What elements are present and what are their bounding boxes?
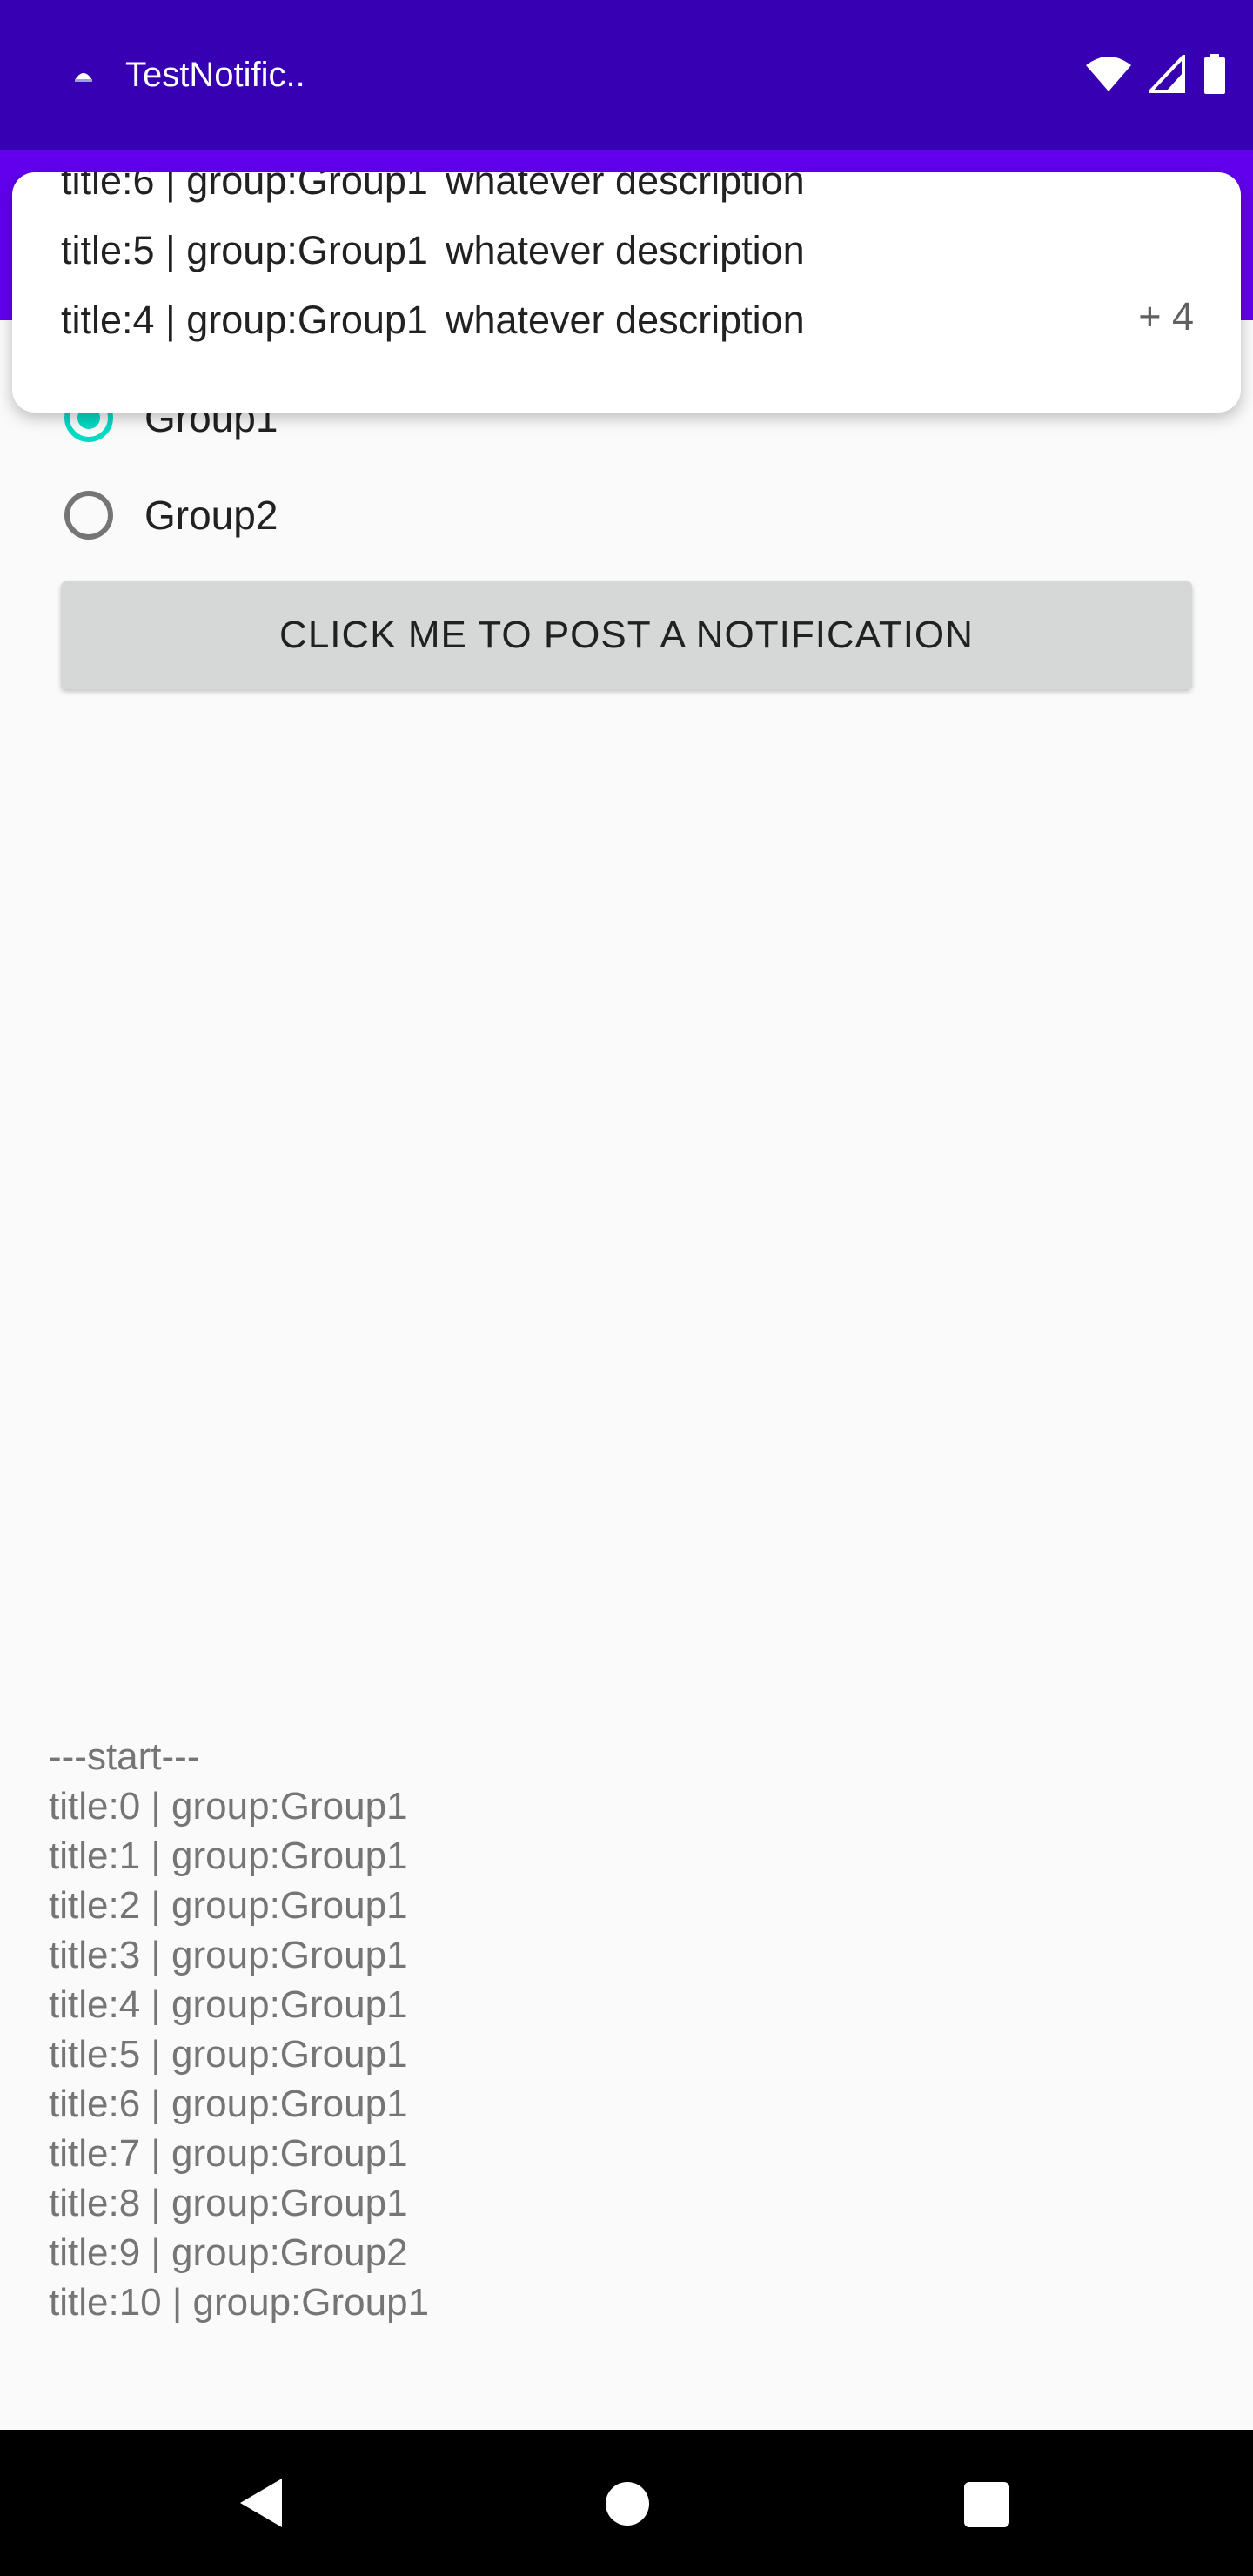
recents-icon[interactable] — [964, 2482, 1009, 2527]
log-line: title:6 | group:Group1 — [49, 2083, 408, 2125]
log-line: title:3 | group:Group1 — [49, 1934, 408, 1976]
notification-more-count: + 4 — [1138, 294, 1194, 339]
notification-line-description: whatever description — [445, 172, 805, 203]
notification-line-title: title:6 | group:Group1 — [61, 172, 428, 203]
log-line: title:9 | group:Group2 — [49, 2231, 408, 2274]
battery-icon — [1204, 54, 1225, 94]
back-icon[interactable] — [237, 2475, 285, 2531]
log-output: ---start--- title:0 | group:Group1 title… — [49, 1732, 429, 2327]
signal-icon — [1149, 55, 1185, 93]
log-line: ---start--- — [49, 1735, 200, 1778]
log-line: title:2 | group:Group1 — [49, 1884, 408, 1927]
notification-line: title:6 | group:Group1 whatever descripti… — [61, 172, 805, 204]
radio-label-group2: Group2 — [144, 493, 278, 538]
status-icons — [1084, 54, 1227, 94]
notification-line-title: title:5 | group:Group1 — [61, 228, 428, 272]
log-line: title:8 | group:Group1 — [49, 2182, 408, 2224]
log-line: title:4 | group:Group1 — [49, 1983, 408, 2026]
status-bar: TestNotific.. — [0, 0, 1253, 150]
notification-line-title: title:4 | group:Group1 — [61, 298, 428, 342]
radio-option-group2[interactable]: Group2 — [64, 491, 278, 540]
log-line: title:1 | group:Group1 — [49, 1835, 408, 1877]
heads-up-notification[interactable]: title:6 | group:Group1 whatever descripti… — [12, 172, 1241, 413]
log-line: title:0 | group:Group1 — [49, 1785, 408, 1828]
notification-app-icon — [75, 73, 92, 82]
wifi-icon — [1086, 57, 1131, 91]
home-icon[interactable] — [606, 2482, 649, 2526]
status-app-title: TestNotific.. — [125, 56, 305, 94]
notification-line: title:4 | group:Group1 whatever descripti… — [61, 298, 805, 343]
notification-line-description: whatever description — [445, 228, 805, 272]
log-line: title:7 | group:Group1 — [49, 2132, 408, 2175]
log-line: title:5 | group:Group1 — [49, 2033, 408, 2076]
navigation-bar — [0, 2430, 1253, 2576]
notification-line-description: whatever description — [445, 298, 805, 342]
notification-line: title:5 | group:Group1 whatever descripti… — [61, 228, 805, 273]
post-notification-button[interactable]: CLICK ME TO POST A NOTIFICATION — [61, 581, 1192, 689]
radio-button-unchecked[interactable] — [64, 491, 113, 540]
log-line: title:10 | group:Group1 — [49, 2281, 430, 2324]
